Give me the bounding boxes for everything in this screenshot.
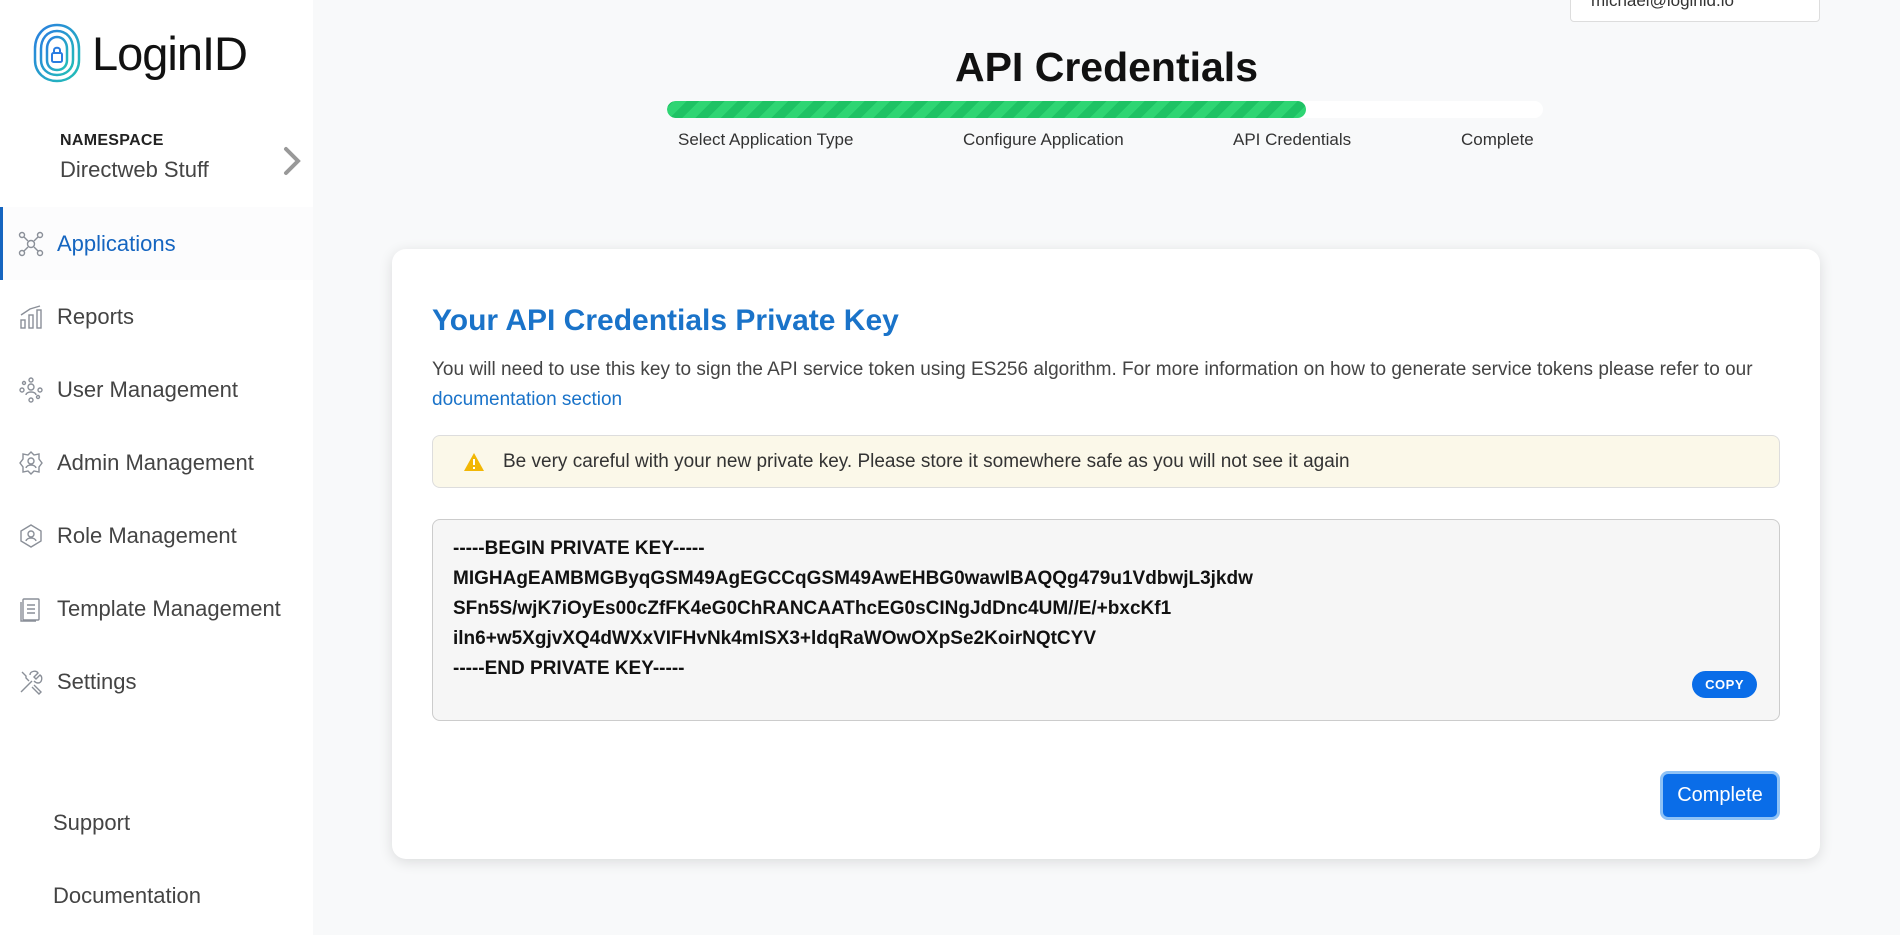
key-line: SFn5S/wjK7iOyEs00cZfFK4eG0ChRANCAAThcEG0… <box>453 598 1172 619</box>
sidebar-item-user-management[interactable]: User Management <box>0 353 313 426</box>
sidebar: LoginID NAMESPACE Directweb Stuff Applic… <box>0 0 313 935</box>
alert-text: Be very careful with your new private ke… <box>503 450 1350 472</box>
applications-icon <box>17 230 45 258</box>
fingerprint-logo-icon <box>33 23 81 83</box>
card-title: Your API Credentials Private Key <box>432 304 899 337</box>
complete-button[interactable]: Complete <box>1660 771 1780 820</box>
credentials-card: Your API Credentials Private Key You wil… <box>392 249 1820 859</box>
sidebar-item-label: Settings <box>57 668 137 694</box>
page-title: API Credentials <box>954 44 1259 90</box>
sidebar-item-label: Role Management <box>57 522 237 548</box>
support-link[interactable]: Support <box>53 810 201 883</box>
sidebar-item-applications[interactable]: Applications <box>0 207 313 280</box>
step-configure-application: Configure Application <box>963 130 1124 149</box>
private-key-box[interactable]: -----BEGIN PRIVATE KEY----- MIGHAgEAMBMG… <box>432 519 1780 721</box>
sidebar-item-template-management[interactable]: Template Management <box>0 572 313 645</box>
reports-icon <box>17 303 45 331</box>
sidebar-item-role-management[interactable]: Role Management <box>0 499 313 572</box>
key-line: -----BEGIN PRIVATE KEY----- <box>453 538 705 559</box>
sidebar-item-label: Reports <box>57 303 135 329</box>
user-menu-dropdown[interactable]: michael@loginid.io <box>1570 0 1820 22</box>
sidebar-item-label: Admin Management <box>57 449 254 475</box>
sidebar-item-settings[interactable]: Settings <box>0 645 313 718</box>
key-line: MIGHAgEAMBMGByqGSM49AgEGCCqGSM49AwEHBG0w… <box>453 568 1253 589</box>
sidebar-item-label: Template Management <box>57 595 281 621</box>
step-api-credentials: API Credentials <box>1233 130 1352 149</box>
key-line: iln6+w5XgjvXQ4dWXxVIFHvNk4mISX3+ldqRaWOw… <box>453 628 1097 649</box>
documentation-section-link[interactable]: documentation section <box>432 389 622 410</box>
template-management-icon <box>17 595 45 623</box>
description-text: You will need to use this key to sign th… <box>432 359 1753 380</box>
sidebar-item-label: User Management <box>57 376 238 402</box>
key-line: -----END PRIVATE KEY----- <box>453 658 685 679</box>
sidebar-footer: Support Documentation <box>53 810 201 935</box>
progress-fill <box>667 101 1307 118</box>
wizard-progress-bar <box>667 101 1543 118</box>
sidebar-item-label: Applications <box>57 230 176 256</box>
warning-alert: Be very careful with your new private ke… <box>432 435 1780 488</box>
settings-icon <box>17 668 45 696</box>
copy-button[interactable]: COPY <box>1692 671 1757 698</box>
namespace-selector[interactable]: NAMESPACE Directweb Stuff <box>60 132 305 183</box>
brand-name: LoginID <box>92 26 248 80</box>
logo[interactable]: LoginID <box>32 22 248 84</box>
admin-management-icon <box>17 449 45 477</box>
role-management-icon <box>17 522 45 550</box>
namespace-value: Directweb Stuff <box>60 157 209 182</box>
user-management-icon <box>17 376 45 404</box>
chevron-right-icon[interactable] <box>279 146 305 176</box>
card-description: You will need to use this key to sign th… <box>432 355 1787 415</box>
warning-icon <box>464 452 484 471</box>
documentation-link[interactable]: Documentation <box>53 883 201 935</box>
wizard-steps: Select Application Type Configure Applic… <box>667 130 1543 152</box>
sidebar-item-admin-management[interactable]: Admin Management <box>0 426 313 499</box>
sidebar-nav: Applications Reports User Management Adm… <box>0 207 313 718</box>
step-complete: Complete <box>1461 130 1534 149</box>
user-menu-label: michael@loginid.io <box>1591 0 1734 10</box>
namespace-label: NAMESPACE <box>60 132 164 149</box>
sidebar-item-reports[interactable]: Reports <box>0 280 313 353</box>
step-select-application-type: Select Application Type <box>678 130 854 149</box>
